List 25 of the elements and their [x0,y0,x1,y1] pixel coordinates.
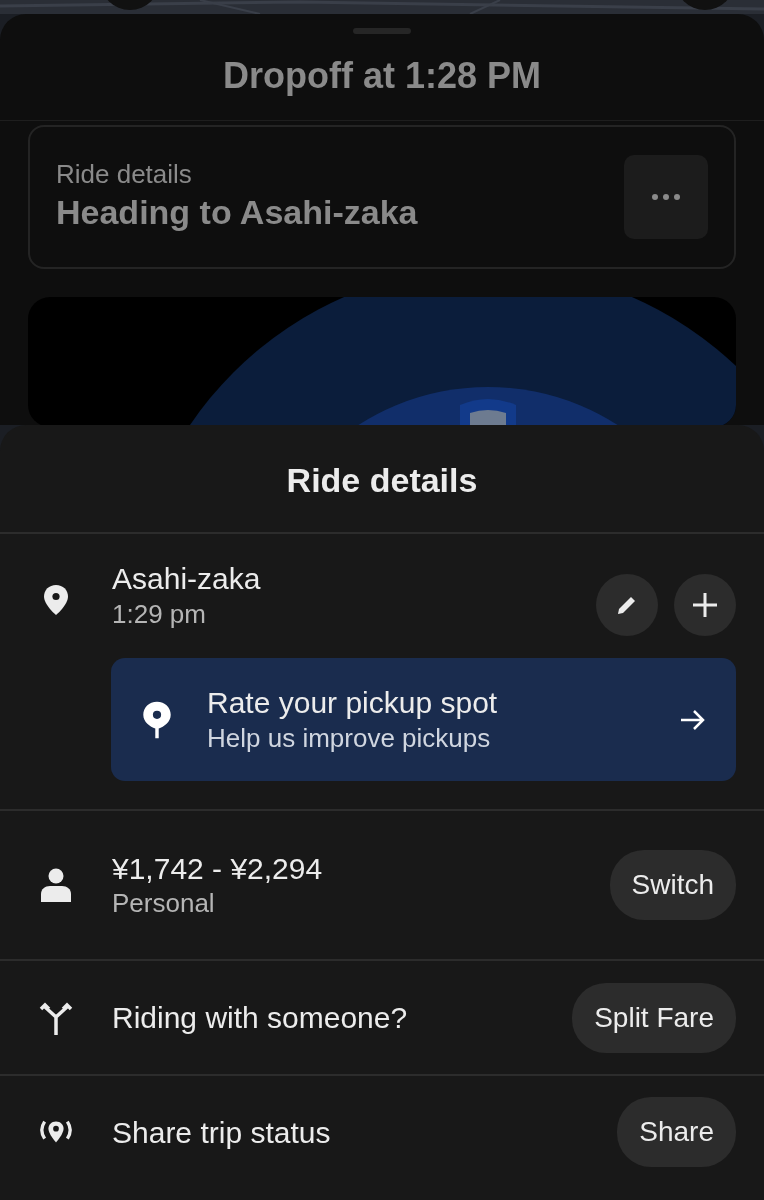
location-pin-icon [141,699,173,740]
destination-text: Heading to Asahi-zaka [56,192,418,234]
share-button[interactable]: Share [617,1097,736,1168]
pickup-rating-card[interactable]: Rate your pickup spot Help us improve pickups [111,658,736,782]
pencil-icon [616,594,638,617]
stop-time: 1:29 pm [112,597,207,631]
location-pin-icon [42,584,70,617]
sheet-title: Ride details [285,460,479,501]
split-fare-button[interactable]: Split Fare [572,982,736,1053]
plus-icon [692,592,718,619]
split-arrow-icon [39,1000,73,1035]
card-label: Ride details [56,158,193,191]
drag-handle[interactable] [353,28,411,34]
more-icon [652,193,680,200]
switch-button[interactable]: Switch [609,850,736,921]
prompt-subtitle: Help us improve pickups [207,721,492,755]
row-title: Share trip status [112,1114,332,1151]
prompt-title: Rate your pickup spot [207,685,499,722]
person-icon [41,868,71,903]
row-title: ¥1,742 - ¥2,294 [112,850,324,887]
stop-name: Asahi-zaka [112,561,262,598]
row-title: Riding with someone? [112,1000,409,1037]
row-subtitle: Personal [112,887,216,921]
arrow-right-icon [680,708,706,731]
sheet-title: Dropoff at 1:28 PM [222,54,542,98]
